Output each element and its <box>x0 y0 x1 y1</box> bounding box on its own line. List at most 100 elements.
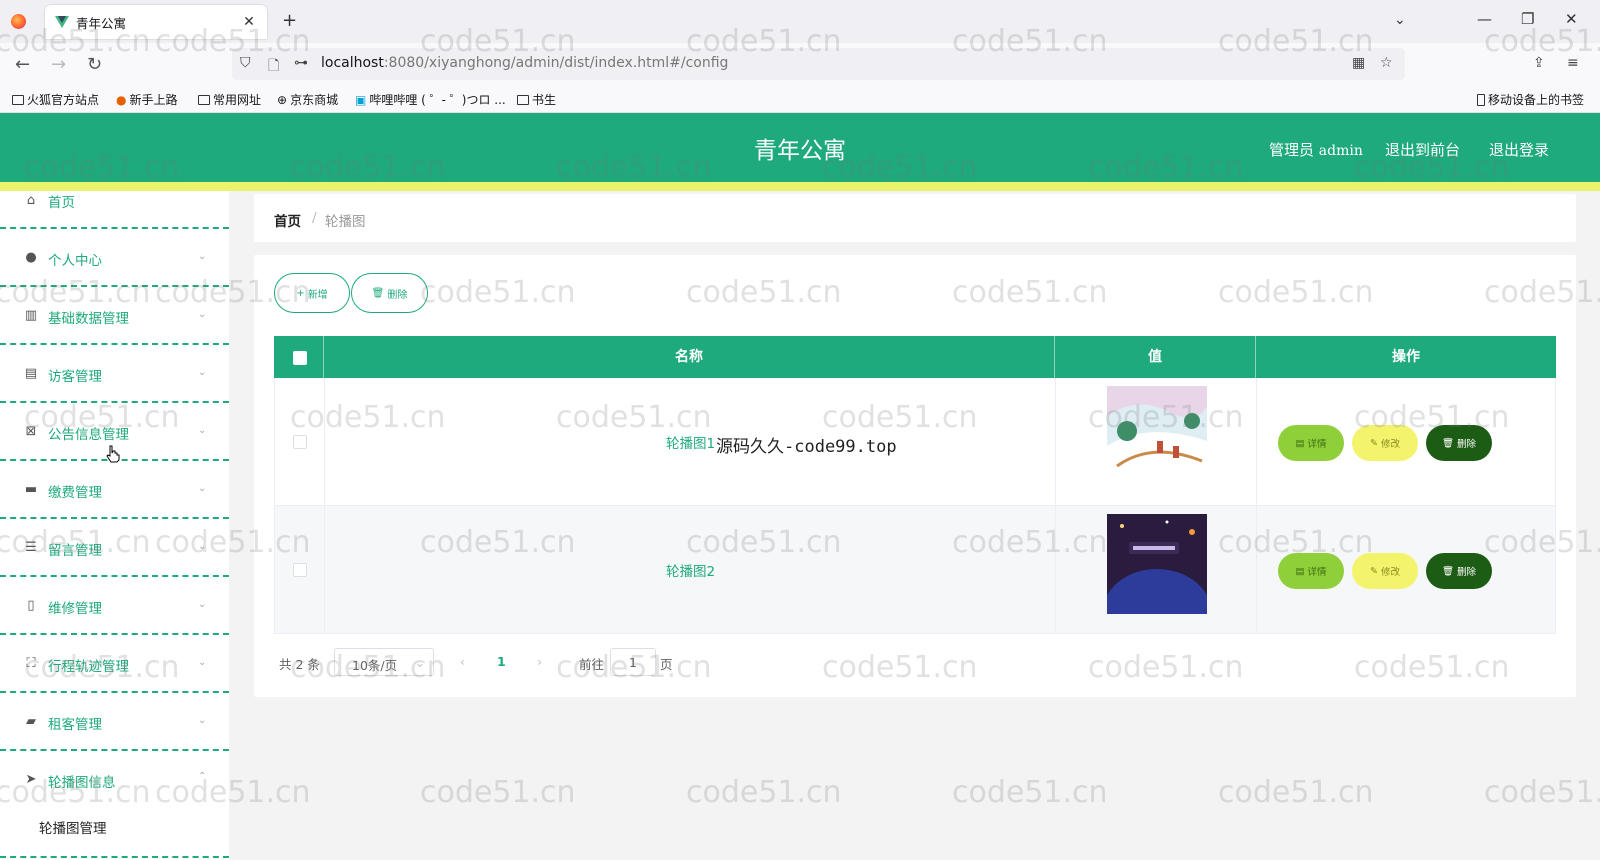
goto-page-input[interactable]: 1 <box>610 648 656 676</box>
bookmark-item[interactable]: 火狐官方站点 <box>12 91 99 108</box>
logout-link[interactable]: 退出登录 <box>1489 139 1549 160</box>
watermark-text: code51.cn <box>1218 775 1374 810</box>
document-icon: ▤ <box>1295 437 1305 449</box>
delete-button[interactable]: 🗑 删除 <box>1426 553 1492 589</box>
carousel-thumbnail[interactable] <box>1107 386 1207 486</box>
briefcase-icon: ▬ <box>24 482 38 497</box>
sidebar-item-home[interactable]: ⌂ 首页 <box>0 191 229 229</box>
sidebar-item-label: 缴费管理 <box>48 485 102 501</box>
folder-icon <box>12 94 24 105</box>
sidebar-item-messages[interactable]: ☰ 留言管理 ⌄ <box>0 519 229 577</box>
folder-icon <box>198 94 210 105</box>
select-all-cell <box>274 336 324 378</box>
sidebar-item-base-data[interactable]: ▥ 基础数据管理 ⌄ <box>0 287 229 345</box>
watermark-text: code51.cn <box>686 775 842 810</box>
chevron-up-icon: ⌃ <box>198 771 207 782</box>
sidebar-item-payments[interactable]: ▬ 缴费管理 ⌄ <box>0 461 229 519</box>
minimize-icon[interactable]: — <box>1477 10 1492 28</box>
bookmark-item[interactable]: ⊕ 京东商城 <box>277 91 338 108</box>
folder-icon <box>517 94 529 105</box>
sidebar-item-repairs[interactable]: ▯ 维修管理 ⌄ <box>0 577 229 635</box>
mobile-bookmarks[interactable]: 移动设备上的书签 <box>1477 91 1584 108</box>
home-icon: ⌂ <box>26 193 36 208</box>
new-tab-icon[interactable]: + <box>282 10 297 31</box>
page-suffix: 页 <box>660 657 673 672</box>
extensions-icon[interactable]: ⇪ <box>1533 55 1545 71</box>
sidebar-item-carousel[interactable]: ➤ 轮播图信息 ⌃ <box>0 751 229 801</box>
pencil-icon: ✎ <box>1370 437 1378 449</box>
bookmark-item[interactable]: 书生 <box>517 91 556 108</box>
sidebar-item-visitors[interactable]: ▤ 访客管理 ⌄ <box>0 345 229 403</box>
sidebar-item-label: 轮播图信息 <box>48 775 116 791</box>
page-size-select[interactable]: 10条/页 ⌄ <box>334 648 434 676</box>
column-header-value: 值 <box>1055 336 1256 378</box>
restore-icon[interactable]: ❐ <box>1521 10 1534 28</box>
page-icon[interactable]: 🗋 <box>268 55 279 79</box>
batch-delete-button[interactable]: 🗑 删除 <box>351 273 428 313</box>
app-header: 青年公寓 管理员 admin 退出到前台 退出登录 <box>0 113 1600 182</box>
sidebar-subitem-carousel-manage[interactable]: 轮播图管理 <box>39 817 107 837</box>
browser-tab[interactable]: 青年公寓 ✕ <box>45 5 267 39</box>
bookmark-item[interactable]: ▣ 哔哩哔哩 ( ゜- ゜)つロ ... <box>355 91 506 108</box>
next-page-icon[interactable]: › <box>537 654 542 669</box>
sidebar-item-label: 行程轨迹管理 <box>48 659 129 675</box>
sidebar-item-label: 留言管理 <box>48 543 102 559</box>
reload-icon[interactable]: ↻ <box>87 54 102 75</box>
row-checkbox[interactable] <box>293 435 307 449</box>
tab-close-icon[interactable]: ✕ <box>241 14 257 30</box>
divider <box>1256 506 1257 634</box>
vue-favicon-icon <box>55 16 69 28</box>
hand-cursor-icon <box>106 445 120 463</box>
back-icon[interactable]: ← <box>15 54 30 75</box>
window-close-icon[interactable]: ✕ <box>1565 10 1578 28</box>
breadcrumb-current: 轮播图 <box>325 214 366 230</box>
url-text[interactable]: localhost:8080/xiyanghong/admin/dist/ind… <box>321 55 728 71</box>
carousel-thumbnail[interactable] <box>1107 514 1207 614</box>
browser-tab-bar: 青年公寓 ✕ + ⌄ — ❐ ✕ <box>0 0 1600 43</box>
sidebar-item-label: 公告信息管理 <box>48 427 129 443</box>
sidebar-item-label: 访客管理 <box>48 369 102 385</box>
chevron-down-icon: ⌄ <box>414 655 425 670</box>
qr-code-icon[interactable]: ▦ <box>1352 55 1365 71</box>
trash-icon: 🗑 <box>1441 437 1455 449</box>
exit-to-front-link[interactable]: 退出到前台 <box>1385 139 1460 160</box>
bookmark-item[interactable]: ● 新手上路 <box>116 91 178 108</box>
breadcrumb-home[interactable]: 首页 <box>274 210 301 230</box>
chevron-down-icon: ⌄ <box>198 541 207 552</box>
bookmark-item[interactable]: 常用网址 <box>198 91 261 108</box>
delete-button[interactable]: 🗑 删除 <box>1426 425 1492 461</box>
table-row: 轮播图2 ▤ 详情 ✎ 修改 🗑 删除 <box>274 506 1556 634</box>
edit-button[interactable]: ✎ 修改 <box>1352 425 1418 461</box>
divider <box>1256 378 1257 506</box>
shield-icon[interactable]: ⛉ <box>240 55 251 71</box>
header-stripe <box>0 182 1600 191</box>
permissions-icon[interactable]: ⊶ <box>294 55 308 71</box>
chevron-down-icon: ⌄ <box>198 715 207 726</box>
page-number[interactable]: 1 <box>497 654 506 669</box>
forward-icon[interactable]: → <box>51 54 66 75</box>
bookmark-star-icon[interactable]: ☆ <box>1380 55 1393 71</box>
chevron-down-icon: ⌄ <box>198 599 207 610</box>
firefox-logo-icon[interactable] <box>11 14 26 29</box>
sidebar: ⌂ 首页 ● 个人中心 ⌄ ▥ 基础数据管理 ⌄ ▤ 访客管理 ⌄ ⊠ 公告信息… <box>0 191 229 860</box>
breadcrumb-separator: / <box>312 210 317 226</box>
select-all-checkbox[interactable] <box>293 351 307 365</box>
route-icon: ⛶ <box>26 656 36 671</box>
chevron-down-icon: ⌄ <box>198 251 207 262</box>
sidebar-item-trips[interactable]: ⛶ 行程轨迹管理 ⌄ <box>0 635 229 693</box>
menu-icon[interactable]: ≡ <box>1567 55 1579 71</box>
chevron-down-icon: ⌄ <box>198 657 207 668</box>
divider <box>0 856 229 858</box>
sidebar-item-label: 首页 <box>48 195 75 211</box>
detail-button[interactable]: ▤ 详情 <box>1278 553 1344 589</box>
sidebar-item-tenants[interactable]: ▰ 租客管理 ⌄ <box>0 693 229 751</box>
firefox-icon: ● <box>116 92 127 107</box>
tab-list-chevron-icon[interactable]: ⌄ <box>1394 12 1406 28</box>
trash-icon: 🗑 <box>1441 565 1455 577</box>
add-button[interactable]: + 新增 <box>274 273 350 313</box>
prev-page-icon[interactable]: ‹ <box>460 654 465 669</box>
row-checkbox[interactable] <box>293 563 307 577</box>
edit-button[interactable]: ✎ 修改 <box>1352 553 1418 589</box>
detail-button[interactable]: ▤ 详情 <box>1278 425 1344 461</box>
sidebar-item-personal[interactable]: ● 个人中心 ⌄ <box>0 229 229 287</box>
